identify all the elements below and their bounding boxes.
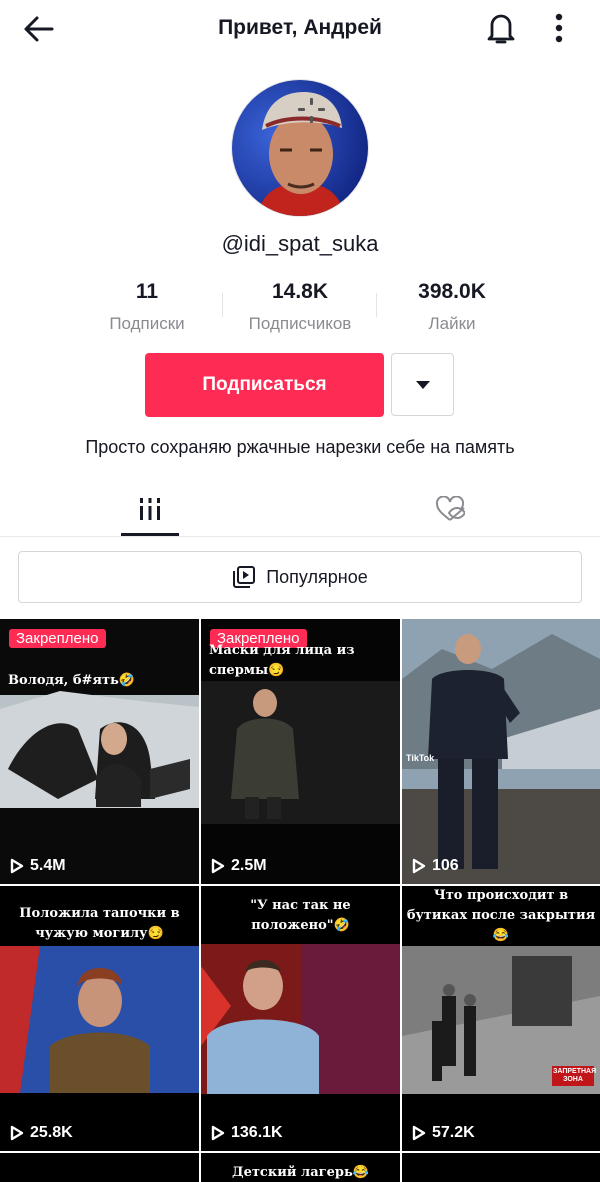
view-count: 2.5M [211,857,267,875]
tab-videos[interactable] [121,482,179,536]
play-icon [10,1125,24,1141]
video-thumbnail[interactable]: Закреплено Володя, б#ять🤣 5.4M [0,619,199,884]
playlist-icon [233,566,256,588]
view-count-value: 25.8K [30,1124,73,1141]
bell-icon[interactable] [484,10,518,46]
view-count: 57.2K [412,1124,475,1142]
view-count: 25.8K [10,1124,73,1142]
tab-divider [0,536,600,537]
play-icon [412,1125,426,1141]
stat-followers[interactable]: 14.8K Подписчиков [225,280,375,334]
video-thumbnail[interactable]: Закреплено Маски для лица из спермы😏 2.5… [201,619,400,884]
stat-likes[interactable]: 398.0K Лайки [377,280,527,334]
video-caption: Положила тапочки в чужую могилу😏 [19,906,180,941]
stat-following[interactable]: 11 Подписки [72,280,222,334]
video-thumbnail[interactable]: Что происходит в бутиках после закрытия😂… [402,886,600,1151]
view-count-value: 5.4M [30,857,66,874]
channel-badge: ЗАПРЕТНАЯ ЗОНА [553,1068,597,1083]
play-icon [211,858,225,874]
stat-label: Подписчиков [248,314,352,333]
stat-value: 11 [135,280,159,303]
video-thumbnail[interactable]: TikTok 106 [402,619,600,884]
thumbnail-image [0,619,199,884]
view-count: 136.1K [211,1124,283,1142]
play-icon [10,858,24,874]
liked-hidden-icon [435,496,465,521]
pinned-badge: Закреплено [9,629,106,648]
popular-button[interactable]: Популярное [18,551,582,603]
avatar[interactable] [231,79,369,217]
video-caption: Что происходит в бутиках после закрытия😂 [406,888,596,943]
grid-icon [140,498,160,520]
video-thumbnail[interactable]: Положила тапочки в чужую могилу😏 25.8K [0,886,199,1151]
tab-liked[interactable] [420,482,480,536]
suggested-accounts-button[interactable] [391,353,454,416]
view-count-value: 57.2K [432,1124,475,1141]
stat-label: Подписки [109,314,185,333]
thumbnail-image [402,619,600,884]
view-count-value: 2.5M [231,857,267,874]
video-thumbnail[interactable] [402,1153,600,1182]
view-count: 5.4M [10,857,66,875]
video-thumbnail[interactable] [0,1153,199,1182]
username: @idi_spat_suka [221,231,379,256]
profile-bio: Просто сохраняю ржачные нарезки себе на … [85,437,515,457]
stat-value: 14.8K [271,280,329,303]
video-caption: Маски для лица из спермы😏 [209,643,355,678]
view-count-value: 106 [432,857,459,874]
play-icon [412,858,426,874]
video-caption: "У нас так не положено"🤣 [250,898,351,933]
video-thumbnail[interactable]: Детский лагерь😂 [201,1153,400,1182]
tiktok-watermark: TikTok [406,753,435,763]
follow-button[interactable]: Подписаться [145,353,384,417]
view-count-value: 136.1K [231,1124,283,1141]
view-count: 106 [412,857,459,875]
stat-label: Лайки [428,314,476,333]
video-caption: Детский лагерь😂 [232,1165,369,1180]
stat-divider [222,293,223,317]
stat-value: 398.0K [418,280,486,303]
caret-down-icon [415,380,430,389]
more-vertical-icon[interactable] [546,12,572,46]
video-caption: Володя, б#ять🤣 [8,673,136,688]
top-bar: Привет, Андрей [0,0,600,58]
play-icon [211,1125,225,1141]
popular-label: Популярное [266,566,368,587]
video-thumbnail[interactable]: "У нас так не положено"🤣 136.1K [201,886,400,1151]
